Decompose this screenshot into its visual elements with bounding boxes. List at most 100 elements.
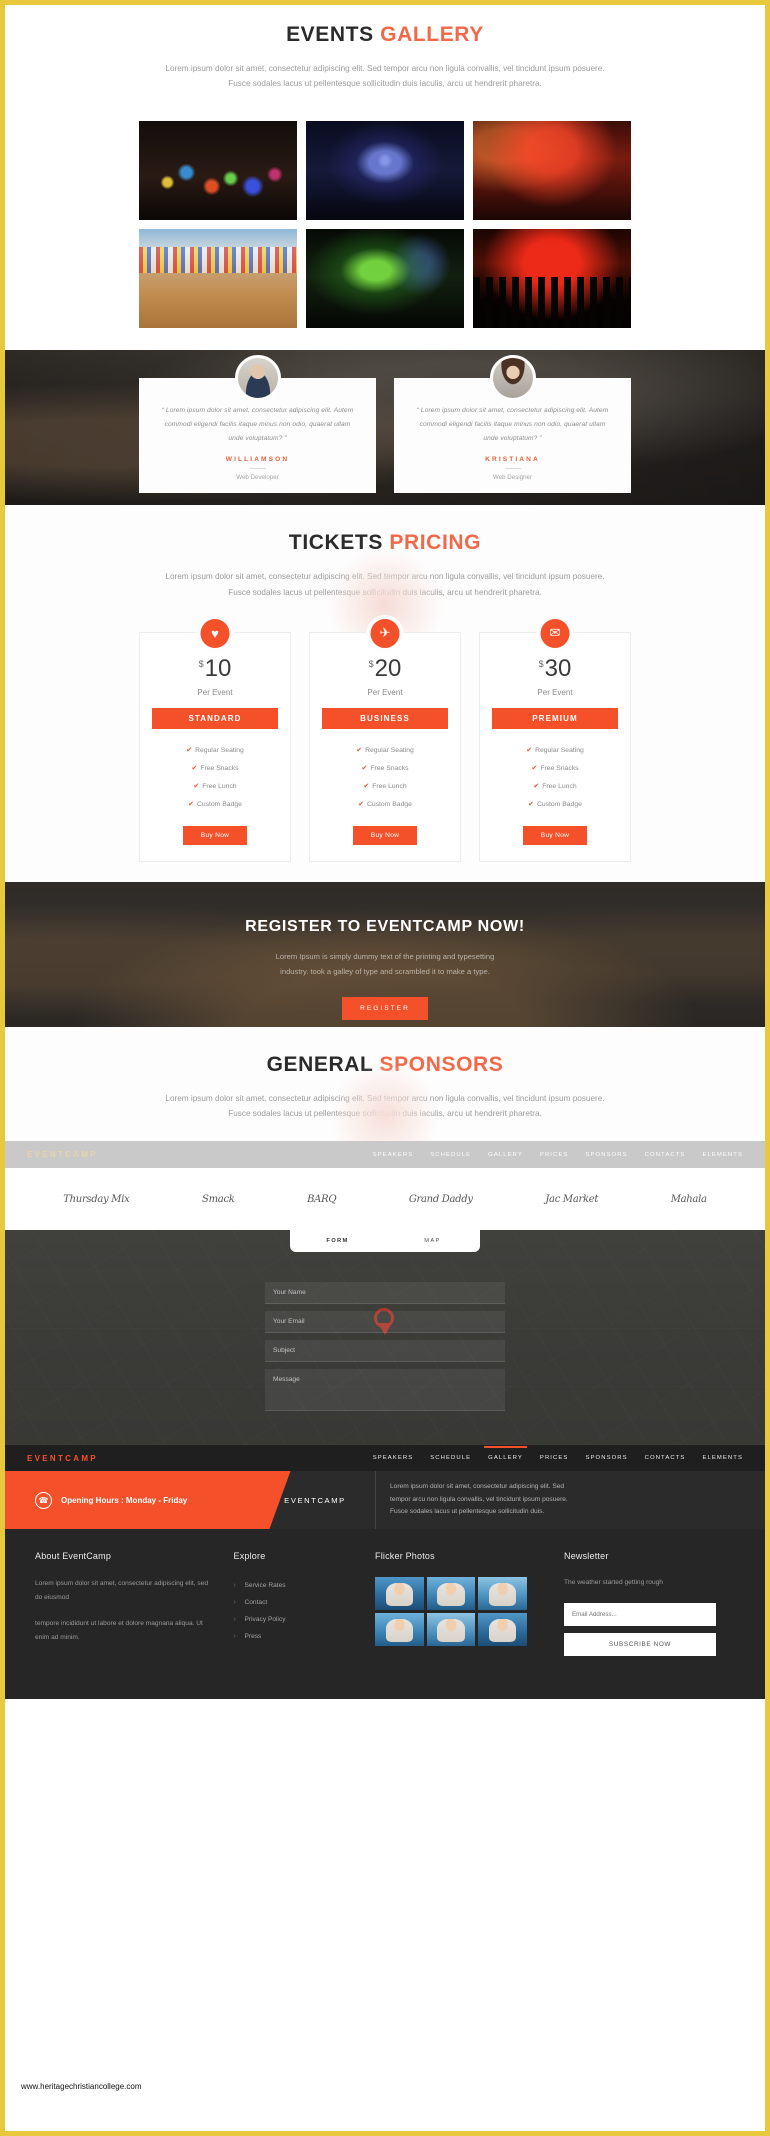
sponsor-logo[interactable]: Thursday Mix: [63, 1194, 129, 1205]
feature-list: ✔ Regular Seating ✔ Free Snacks ✔ Free Lunc…: [152, 741, 278, 813]
feature-label: Free Lunch: [372, 782, 407, 790]
feature-label: Regular Seating: [195, 746, 244, 754]
pricing-cards: ♥ $10 Per Event STANDARD ✔ Regular Seatin…: [139, 618, 631, 862]
gallery-subtitle: Lorem ipsum dolor sit amet, consectetur …: [105, 61, 665, 91]
sponsor-logo[interactable]: Smack: [202, 1194, 235, 1205]
subscribe-button[interactable]: SUBSCRIBE NOW: [564, 1632, 716, 1656]
flicker-thumb[interactable]: [478, 1613, 527, 1647]
feature-label: Regular Seating: [365, 746, 414, 754]
footer-nav-item-schedule[interactable]: SCHEDULE: [430, 1455, 471, 1461]
gallery-item[interactable]: [473, 229, 631, 329]
sticky-nav-item-prices[interactable]: PRICES: [540, 1152, 569, 1158]
sticky-nav-item-elements[interactable]: ELEMENTS: [702, 1152, 743, 1158]
plan-tag-premium[interactable]: PREMIUM: [492, 707, 618, 729]
price-amount: $10: [152, 656, 278, 681]
price-value: 20: [374, 654, 402, 682]
footer-nav-item-gallery[interactable]: GALLERY: [484, 1446, 527, 1461]
footer-nav-item-contacts[interactable]: CONTACTS: [645, 1455, 686, 1461]
gallery-item[interactable]: [306, 229, 464, 329]
avatar: [489, 355, 536, 402]
register-text-line2: industry. took a galley of type and scra…: [280, 966, 490, 976]
footer-explore-list: Service Rates Contact Privacy Policy Pre…: [234, 1577, 358, 1645]
sponsor-logo[interactable]: Jac Market: [545, 1194, 598, 1205]
newsletter-email-input[interactable]: [564, 1602, 716, 1626]
flicker-thumb[interactable]: [426, 1613, 476, 1647]
sponsor-logo[interactable]: BARQ: [307, 1194, 336, 1205]
feature-label: Free Lunch: [542, 782, 577, 790]
footer-about-p2: tempore incididunt ut labore et dolore m…: [35, 1619, 203, 1641]
subject-input[interactable]: [265, 1340, 505, 1363]
register-button[interactable]: REGISTER: [342, 997, 428, 1021]
sticky-nav-brand[interactable]: EVENTCAMP: [27, 1150, 98, 1159]
currency-symbol: $: [538, 658, 544, 669]
footer-about-title: About EventCamp: [35, 1551, 112, 1562]
buy-now-button[interactable]: Buy Now: [522, 825, 588, 845]
pricing-title-main: TICKETS: [288, 531, 383, 555]
flicker-thumb[interactable]: [478, 1577, 527, 1611]
blue-stage-rig-image: [306, 121, 464, 221]
pricing-subtitle-line2: Fusce sodales lacus ut pellentesque soll…: [228, 587, 542, 597]
sponsors-title-accent: SPONSORS: [379, 1052, 504, 1076]
tab-form[interactable]: FORM: [290, 1238, 385, 1244]
concert-stage-lights-image: [139, 121, 297, 221]
footer-nav-item-prices[interactable]: PRICES: [540, 1455, 569, 1461]
opening-hours-banner: ☎ Opening Hours : Monday - Friday: [5, 1471, 255, 1530]
sponsor-logo[interactable]: Grand Daddy: [409, 1194, 473, 1205]
sticky-nav-item-gallery[interactable]: GALLERY: [488, 1152, 523, 1158]
pricing-heading: TICKETS PRICING Lorem ipsum dolor sit am…: [5, 531, 765, 599]
testimonial-role: Web Developer: [236, 473, 279, 481]
site-footer: About EventCamp Lorem ipsum dolor sit am…: [5, 1529, 765, 1700]
gallery-title-accent: GALLERY: [380, 23, 484, 46]
heart-badge-icon: ♥: [200, 618, 230, 648]
footer-flicker-title: Flicker Photos: [375, 1551, 435, 1562]
price-period: Per Event: [367, 687, 403, 697]
sticky-nav-item-schedule[interactable]: SCHEDULE: [430, 1152, 471, 1158]
sticky-nav-item-speakers[interactable]: SPEAKERS: [373, 1152, 414, 1158]
list-item[interactable]: Contact: [234, 1594, 358, 1611]
footer-about-p1: Lorem ipsum dolor sit amet, consectetur …: [35, 1580, 208, 1601]
list-item[interactable]: Privacy Policy: [234, 1611, 358, 1628]
gallery-item[interactable]: [139, 229, 297, 329]
gallery-item[interactable]: [306, 121, 464, 221]
footer-nav-item-elements[interactable]: ELEMENTS: [702, 1455, 743, 1461]
footer-nav-item-sponsors[interactable]: SPONSORS: [585, 1455, 627, 1461]
avatar: [234, 355, 281, 402]
gallery-heading: EVENTS GALLERY Lorem ipsum dolor sit ame…: [5, 23, 765, 91]
buy-now-button[interactable]: Buy Now: [352, 825, 418, 845]
pricing-title: TICKETS PRICING: [289, 531, 481, 555]
sticky-nav-item-sponsors[interactable]: SPONSORS: [585, 1152, 627, 1158]
list-item[interactable]: Press: [234, 1628, 358, 1645]
gallery-title-main: EVENTS: [286, 23, 374, 46]
buy-now-button[interactable]: Buy Now: [182, 825, 248, 845]
flicker-thumb[interactable]: [375, 1577, 424, 1611]
flicker-thumb[interactable]: [426, 1577, 476, 1611]
tab-map[interactable]: MAP: [385, 1238, 480, 1244]
price-period: Per Event: [197, 687, 233, 697]
sticky-nav-item-contacts[interactable]: CONTACTS: [645, 1152, 686, 1158]
sponsors-title: GENERAL SPONSORS: [267, 1053, 504, 1077]
footer-nav-brand[interactable]: EVENTCAMP: [27, 1454, 98, 1463]
register-cta-section: REGISTER TO EVENTCAMP NOW! Lorem Ipsum i…: [5, 881, 765, 1027]
name-input[interactable]: [265, 1282, 505, 1305]
list-item: ✔ Free Lunch: [492, 777, 618, 795]
footer-nav-item-speakers[interactable]: SPEAKERS: [373, 1455, 414, 1461]
flicker-thumb[interactable]: [375, 1613, 424, 1647]
list-item: ✔ Free Lunch: [152, 777, 278, 795]
list-item[interactable]: Service Rates: [234, 1577, 358, 1594]
sticky-navbar: EVENTCAMP SPEAKERS SCHEDULE GALLERY PRIC…: [5, 1141, 765, 1169]
feature-label: Custom Badge: [536, 800, 582, 808]
pricing-card-business: ✈ $20 Per Event BUSINESS ✔ Regular Seatin…: [309, 618, 461, 862]
message-textarea[interactable]: [265, 1369, 505, 1412]
list-item: ✔ Regular Seating: [322, 741, 448, 759]
register-text-line1: Lorem Ipsum is simply dummy text of the …: [275, 951, 495, 961]
testimonial-card: “ Lorem ipsum dolor sit amet, consectetu…: [139, 355, 376, 493]
feature-label: Free Lunch: [202, 782, 237, 790]
pricing-subtitle: Lorem ipsum dolor sit amet, consectetur …: [105, 569, 665, 599]
plan-tag-business[interactable]: BUSINESS: [322, 707, 448, 729]
sponsor-logo[interactable]: Mahala: [671, 1194, 707, 1205]
email-input[interactable]: [265, 1311, 505, 1334]
gallery-item[interactable]: [139, 121, 297, 221]
gallery-item[interactable]: [473, 121, 631, 221]
footer-column-newsletter: Newsletter The weather started getting r…: [564, 1551, 735, 1681]
plan-tag-standard[interactable]: STANDARD: [152, 707, 278, 729]
